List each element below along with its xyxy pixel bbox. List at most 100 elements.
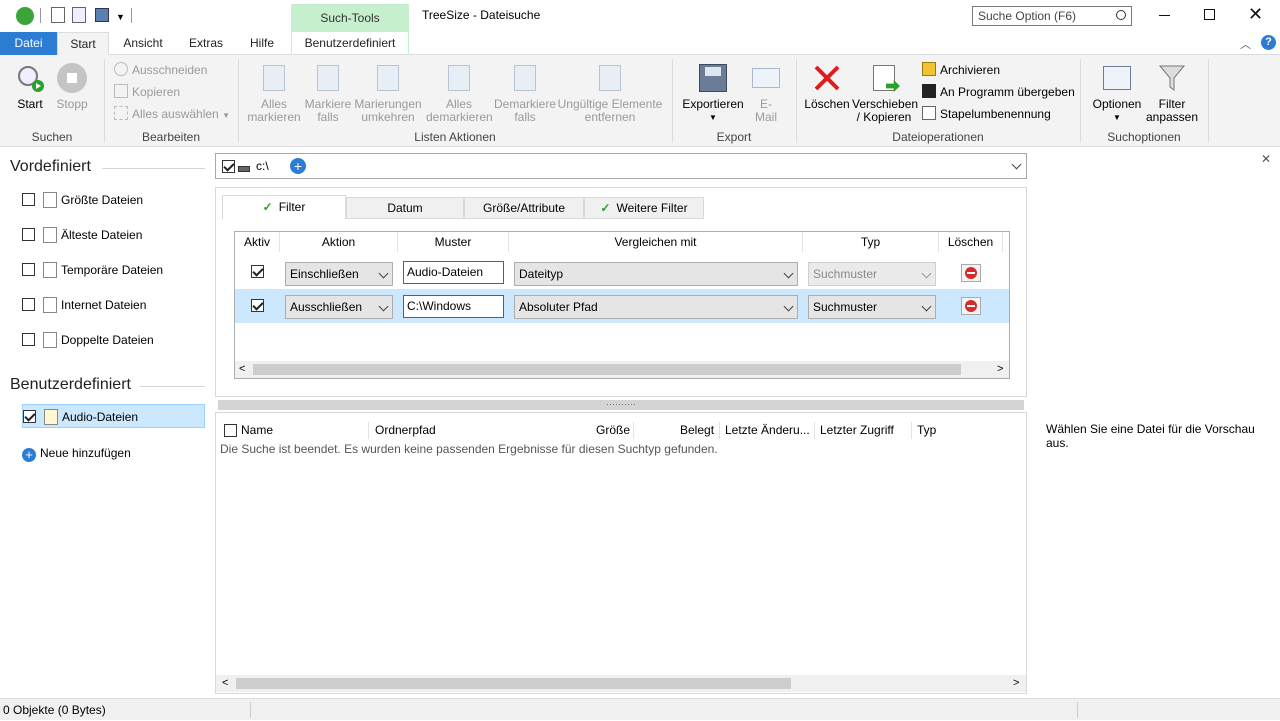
cut-button[interactable]: Ausschneiden xyxy=(114,60,207,80)
results-hscrollbar[interactable]: < > xyxy=(216,675,1026,692)
largest-files-icon xyxy=(43,192,57,208)
custom-item-audio[interactable]: Audio-Dateien xyxy=(22,404,205,428)
remove-invalid-icon xyxy=(599,65,621,91)
tab-start[interactable]: Start xyxy=(57,32,109,56)
copy-button[interactable]: Kopieren xyxy=(114,82,180,102)
scroll-right-icon[interactable]: > xyxy=(997,363,1003,375)
ribbon-tabs: Datei Start Ansicht Extras Hilfe Benutze… xyxy=(0,32,1280,56)
quick-access-dropdown-icon[interactable]: ▼ xyxy=(116,12,125,22)
compare-select[interactable]: Dateityp xyxy=(514,262,798,286)
invert-marks-button[interactable]: Marierungen umkehren xyxy=(354,62,422,124)
tab-ansicht[interactable]: Ansicht xyxy=(113,32,173,55)
move-copy-icon xyxy=(873,65,900,92)
filter-panel: ✓ Filter Datum Größe/Attribute ✓ Weitere F… xyxy=(215,187,1027,397)
archive-button[interactable]: Archivieren xyxy=(922,60,1000,80)
scroll-thumb[interactable] xyxy=(236,678,791,689)
delete-button[interactable]: Löschen xyxy=(804,62,850,111)
section-title-vordefiniert: Vordefiniert xyxy=(10,158,91,175)
col-ordnerpfad[interactable]: Ordnerpfad xyxy=(375,420,436,440)
tab-datum[interactable]: Datum xyxy=(346,197,464,219)
email-button[interactable]: E- Mail xyxy=(748,62,784,124)
unmark-if-button[interactable]: Demarkiere falls xyxy=(494,62,556,124)
action-select[interactable]: Ausschließen xyxy=(285,295,393,319)
type-select[interactable]: Suchmuster xyxy=(808,262,936,286)
predefined-item-duplicates[interactable]: Doppelte Dateien xyxy=(22,328,205,352)
action-select[interactable]: Einschließen xyxy=(285,262,393,286)
checkbox[interactable] xyxy=(23,410,36,423)
stop-search-button[interactable]: Stopp xyxy=(54,62,90,111)
predefined-item-largest[interactable]: Größte Dateien xyxy=(22,188,205,212)
col-name[interactable]: Name xyxy=(241,420,273,440)
col-aktion: Aktion xyxy=(280,232,398,252)
pattern-input[interactable]: Audio-Dateien xyxy=(403,261,504,284)
checkbox[interactable] xyxy=(22,333,35,346)
help-icon[interactable]: ? xyxy=(1261,35,1276,50)
col-groesse[interactable]: Größe xyxy=(596,420,630,440)
move-copy-button[interactable]: Verschieben / Kopieren xyxy=(852,62,918,124)
customize-filter-button[interactable]: Filter anpassen xyxy=(1144,62,1200,124)
options-button[interactable]: Optionen ▼ xyxy=(1090,62,1144,124)
delete-row-icon[interactable] xyxy=(961,264,981,282)
add-new-button[interactable]: + Neue hinzufügen xyxy=(22,441,205,465)
open-search-icon[interactable] xyxy=(72,7,86,23)
type-select[interactable]: Suchmuster xyxy=(808,295,936,319)
duplicate-files-icon xyxy=(43,332,57,348)
path-checkbox[interactable] xyxy=(222,160,235,173)
tab-datei[interactable]: Datei xyxy=(0,32,57,55)
predefined-item-internet[interactable]: Internet Dateien xyxy=(22,293,205,317)
mark-all-button[interactable]: Alles markieren xyxy=(246,62,302,124)
tab-weitere-filter[interactable]: ✓ Weitere Filter xyxy=(584,197,704,219)
chevron-down-icon[interactable] xyxy=(1011,159,1022,170)
filter-hscrollbar[interactable]: < > xyxy=(235,361,1009,378)
scroll-thumb[interactable] xyxy=(253,364,961,375)
batch-rename-button[interactable]: Stapelumbenennung xyxy=(922,104,1051,124)
tab-hilfe[interactable]: Hilfe xyxy=(238,32,286,55)
collapse-ribbon-icon[interactable]: ︿ xyxy=(1240,36,1251,52)
remove-invalid-button[interactable]: Ungültige Elemente entfernen xyxy=(556,62,664,124)
export-button[interactable]: Exportieren ▼ xyxy=(680,62,746,124)
tab-extras[interactable]: Extras xyxy=(180,32,232,55)
scroll-left-icon[interactable]: < xyxy=(239,363,245,375)
select-all-button[interactable]: Alles auswählen ▼ xyxy=(114,104,230,124)
close-window-button[interactable]: ✕ xyxy=(1248,4,1263,25)
delete-row-icon[interactable] xyxy=(961,297,981,315)
scroll-left-icon[interactable]: < xyxy=(222,677,228,689)
select-all-results-checkbox[interactable] xyxy=(224,424,237,437)
check-icon: ✓ xyxy=(262,200,273,214)
mark-if-button[interactable]: Markiere falls xyxy=(302,62,354,124)
predefined-item-temp[interactable]: Temporäre Dateien xyxy=(22,258,205,282)
tab-filter[interactable]: ✓ Filter xyxy=(222,195,346,219)
checkbox[interactable] xyxy=(22,228,35,241)
tab-groesse-attribute[interactable]: Größe/Attribute xyxy=(464,197,584,219)
unmark-all-button[interactable]: Alles demarkieren xyxy=(426,62,493,124)
pattern-input[interactable]: C:\Windows xyxy=(403,295,504,318)
path-combo[interactable]: c:\ + xyxy=(215,153,1027,179)
row-active-checkbox[interactable] xyxy=(251,299,264,312)
search-option-box[interactable]: Suche Option (F6) xyxy=(972,6,1132,26)
scroll-right-icon[interactable]: > xyxy=(1013,677,1019,689)
section-title-benutzerdefiniert: Benutzerdefiniert xyxy=(10,376,131,393)
checkbox[interactable] xyxy=(22,263,35,276)
group-label-export: Export xyxy=(716,130,752,144)
send-to-program-button[interactable]: An Programm übergeben xyxy=(922,82,1075,102)
predefined-item-oldest[interactable]: Älteste Dateien xyxy=(22,223,205,247)
maximize-button[interactable] xyxy=(1204,9,1215,20)
col-belegt[interactable]: Belegt xyxy=(680,420,714,440)
row-active-checkbox[interactable] xyxy=(251,265,264,278)
splitter-handle[interactable]: ·········· xyxy=(218,400,1024,410)
save-icon[interactable] xyxy=(95,8,109,22)
start-search-button[interactable]: Start xyxy=(12,62,48,111)
col-letzte-aenderung[interactable]: Letzte Änderu... xyxy=(725,420,810,440)
checkbox[interactable] xyxy=(22,193,35,206)
col-typ[interactable]: Typ xyxy=(917,420,936,440)
minimize-button[interactable] xyxy=(1159,15,1170,16)
tab-benutzerdefiniert[interactable]: Benutzerdefiniert xyxy=(291,32,409,55)
close-preview-icon[interactable]: ✕ xyxy=(1261,152,1271,166)
add-path-icon[interactable]: + xyxy=(290,158,306,174)
context-tab-header: Such-Tools xyxy=(291,4,409,32)
new-search-icon[interactable] xyxy=(51,7,65,23)
col-letzter-zugriff[interactable]: Letzter Zugriff xyxy=(820,420,894,440)
checkbox[interactable] xyxy=(22,298,35,311)
status-text: 0 Objekte (0 Bytes) xyxy=(3,703,106,717)
compare-select[interactable]: Absoluter Pfad xyxy=(514,295,798,319)
